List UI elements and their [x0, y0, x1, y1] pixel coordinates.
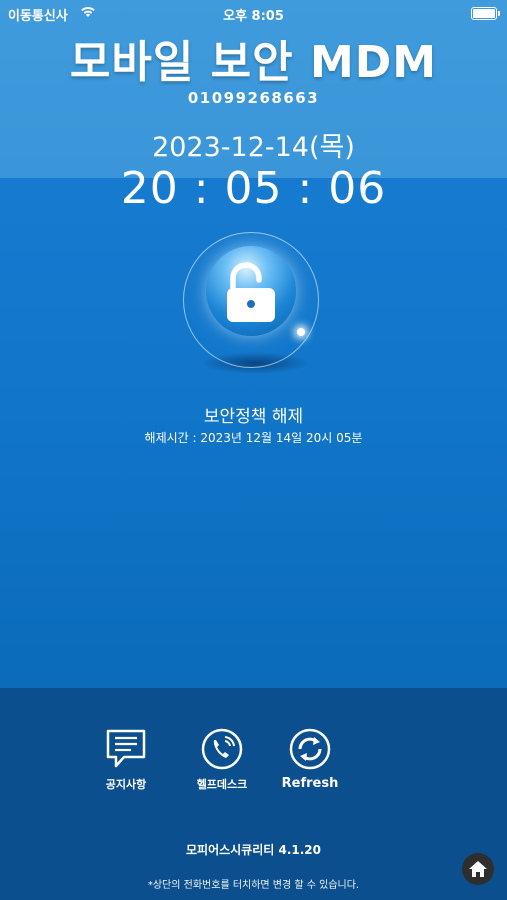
helpdesk-label: 헬프데스크 — [196, 778, 248, 791]
footnote: *상단의 전화번호를 터치하면 변경 할 수 있습니다. — [147, 880, 360, 891]
app-title: 모바일 보안 MDM — [69, 37, 438, 88]
policy-status-title: 보안정책 해제 — [203, 407, 304, 427]
sparkle-highlight — [297, 328, 305, 336]
battery-icon — [471, 7, 500, 20]
home-button[interactable] — [462, 853, 494, 885]
lock-status-graphic — [183, 232, 323, 372]
notice-button[interactable]: 공지사항 — [86, 728, 166, 792]
phone-icon — [201, 728, 243, 770]
app-version: 모피어스시큐리티 4.1.20 — [185, 843, 321, 857]
home-icon — [469, 861, 487, 877]
refresh-button[interactable]: Refresh — [270, 728, 350, 791]
notice-message-icon — [106, 729, 146, 768]
current-date: 2023-12-14(목) — [152, 132, 355, 163]
status-time: 오후 8:05 — [223, 9, 284, 24]
notice-label: 공지사항 — [105, 778, 147, 791]
status-bar: 이동통신사 오후 8:05 — [0, 0, 507, 28]
refresh-icon — [289, 728, 331, 770]
phone-number[interactable]: 01099268663 — [0, 89, 507, 107]
refresh-label: Refresh — [281, 776, 339, 791]
unlocked-padlock-icon — [227, 262, 275, 322]
helpdesk-button[interactable]: 헬프데스크 — [182, 728, 262, 792]
current-clock: 20 : 05 : 06 — [120, 163, 387, 214]
bottom-panel — [0, 688, 507, 900]
release-time: 해제시간 : 2023년 12월 14일 20시 05분 — [144, 431, 363, 445]
